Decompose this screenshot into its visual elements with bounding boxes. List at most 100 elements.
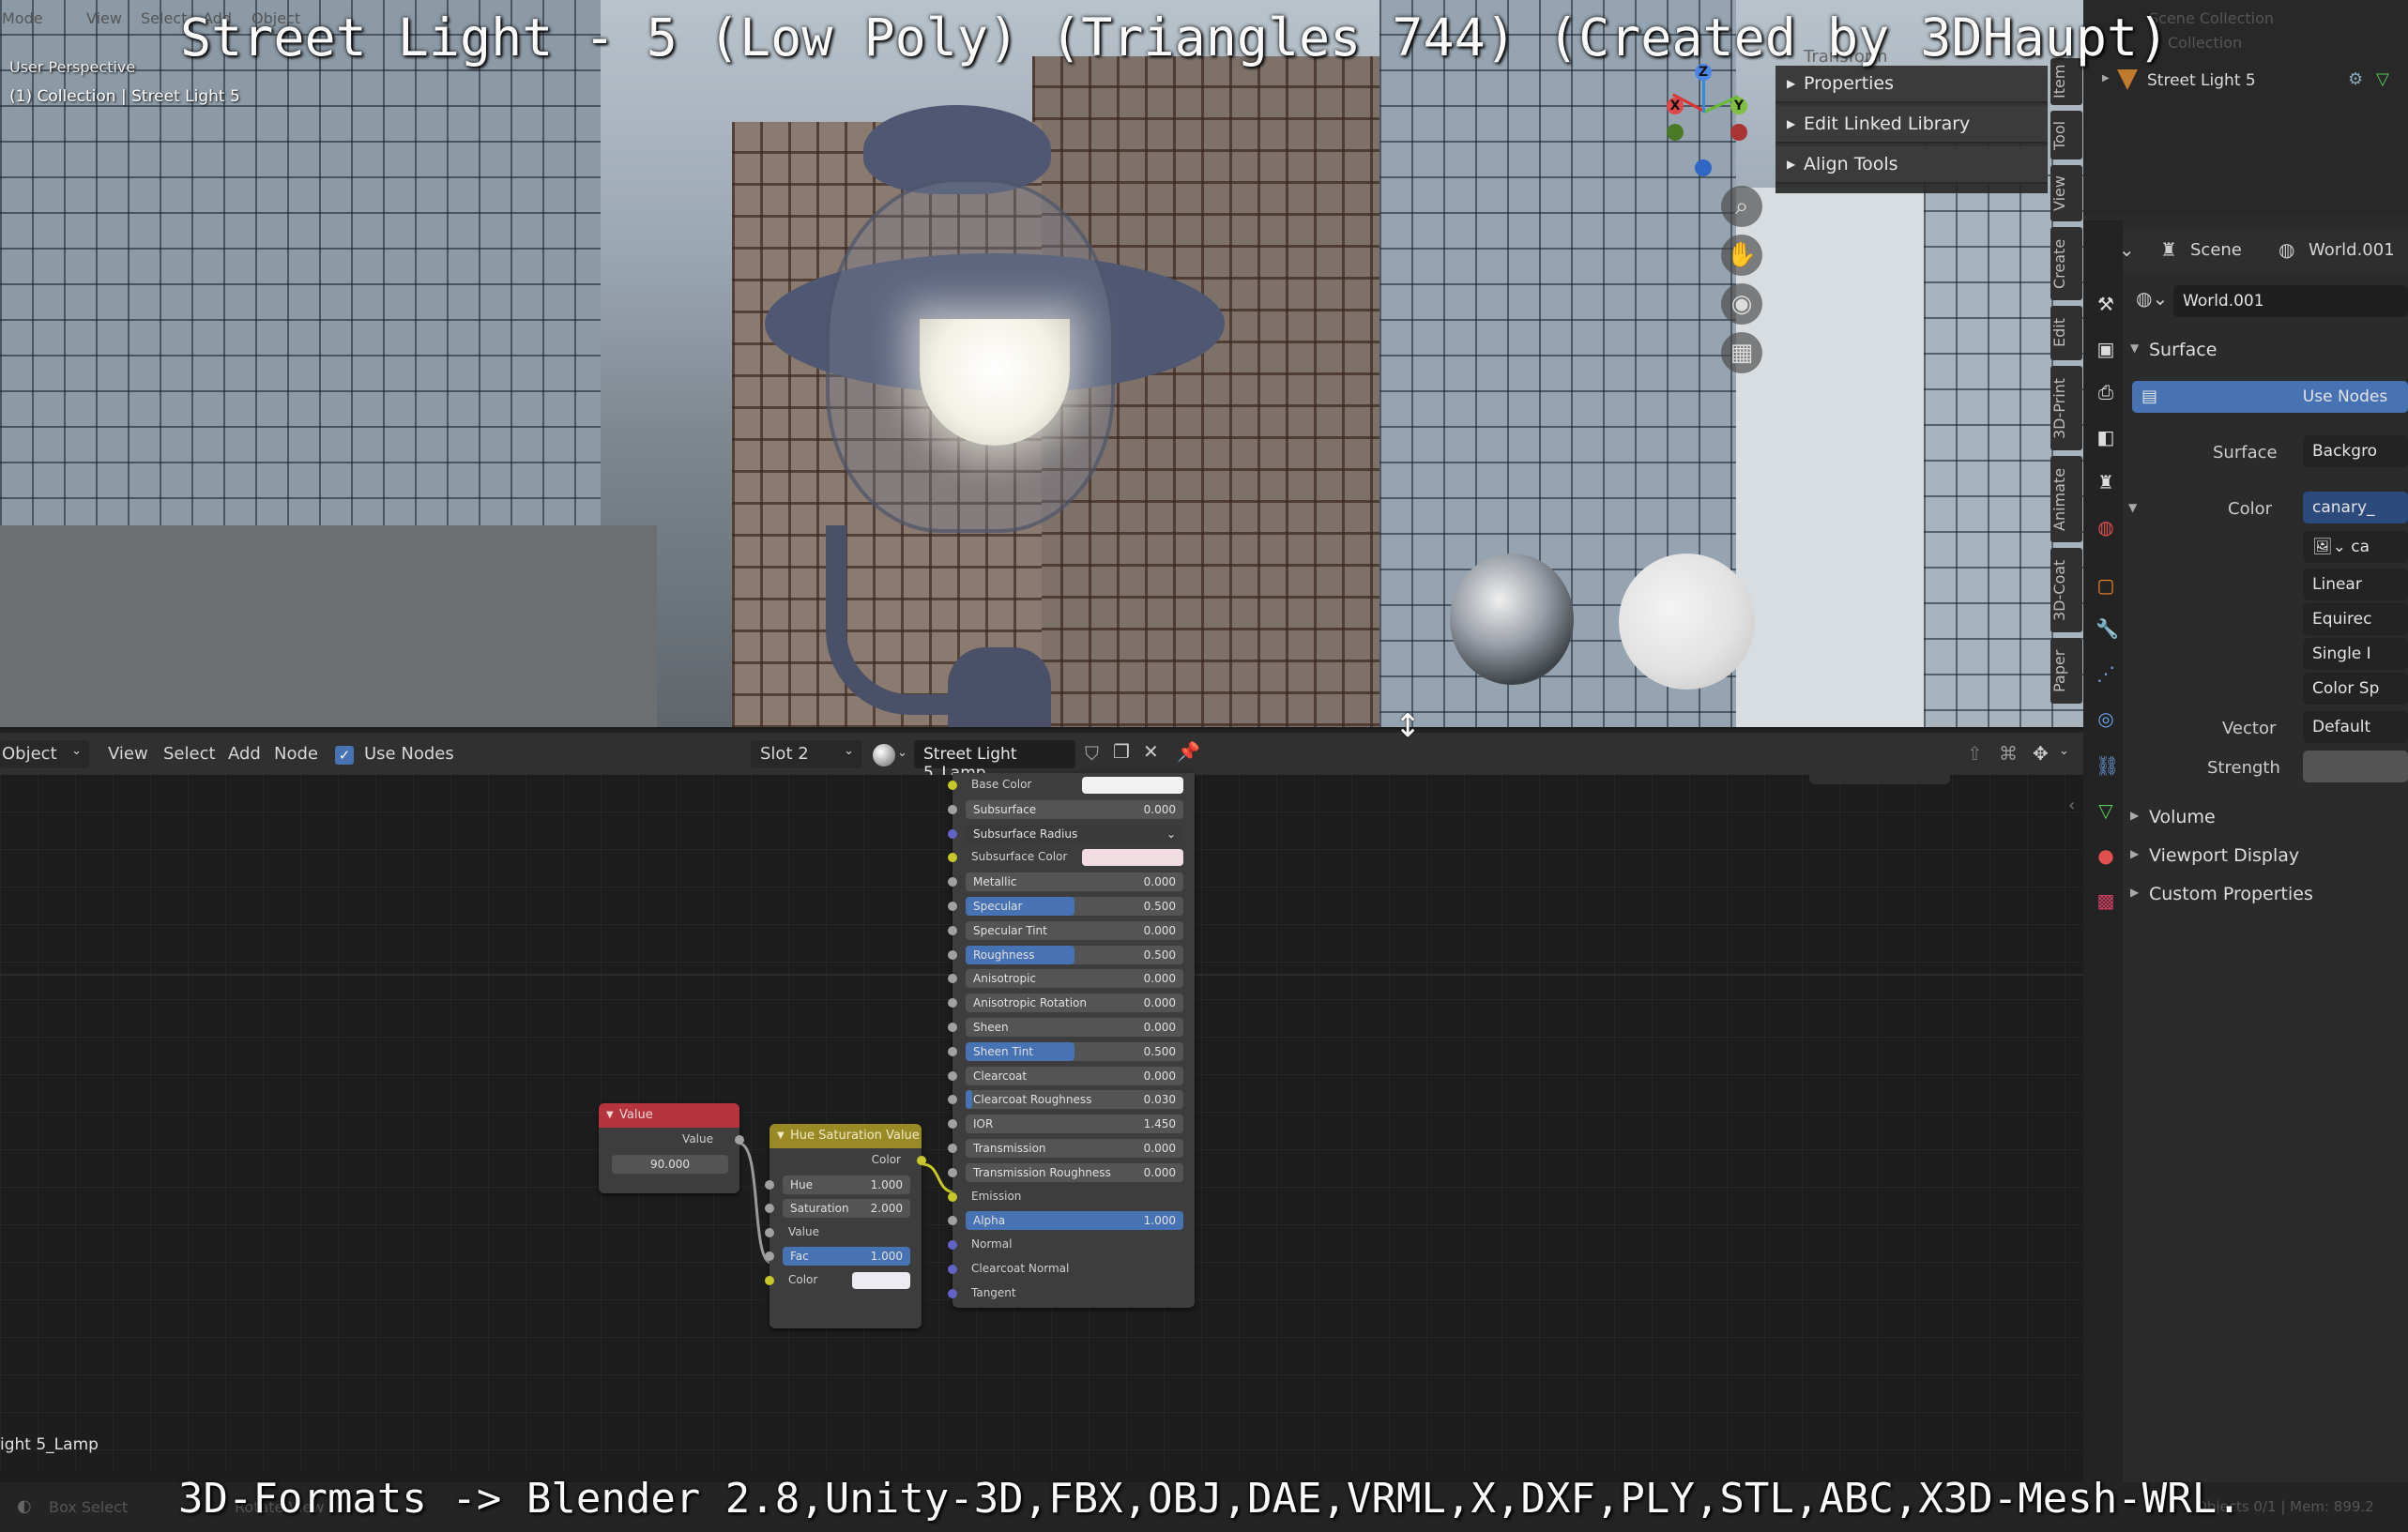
- gizmo-y-icon[interactable]: Y: [1730, 98, 1747, 114]
- surface-panel-header[interactable]: ▼ Surface: [2123, 334, 2408, 368]
- hsv-input-socket[interactable]: [765, 1204, 774, 1214]
- editor-mode-dropdown[interactable]: Object ⌄: [0, 740, 89, 768]
- bsdf-input-socket[interactable]: [948, 781, 957, 790]
- hsv-input-field[interactable]: Fac 1.000: [783, 1247, 910, 1267]
- volume-panel-header[interactable]: ▶ Volume: [2123, 801, 2408, 835]
- hsv-input-socket[interactable]: [765, 1251, 774, 1262]
- value-node-field[interactable]: 90.000: [612, 1154, 728, 1174]
- camera-icon[interactable]: ◉: [1721, 283, 1762, 325]
- value-node-header[interactable]: ▼ Value: [599, 1103, 739, 1128]
- bsdf-input-socket[interactable]: [948, 1022, 957, 1032]
- bsdf-input-field[interactable]: IOR 1.450: [966, 1115, 1183, 1134]
- constraints-tab-icon[interactable]: ⛓: [2096, 755, 2119, 776]
- bsdf-input-field[interactable]: Anisotropic 0.000: [966, 969, 1183, 989]
- tab-paper[interactable]: Paper: [2050, 638, 2082, 704]
- bsdf-input-field[interactable]: Sheen Tint 0.500: [966, 1041, 1183, 1061]
- world-tab-icon[interactable]: ◍: [2096, 517, 2116, 538]
- vector-field[interactable]: Default: [2303, 711, 2408, 743]
- bsdf-input-field[interactable]: Transmission Roughness 0.000: [966, 1162, 1183, 1182]
- tab-edit[interactable]: Edit: [2050, 306, 2082, 360]
- tool-settings-tab-icon[interactable]: ⚒: [2096, 294, 2116, 314]
- gizmo-neg-y-icon[interactable]: [1667, 124, 1684, 141]
- bsdf-input-field[interactable]: Specular Tint 0.000: [966, 920, 1183, 940]
- node-menu-add[interactable]: Add: [228, 744, 261, 764]
- hsv-input-socket[interactable]: [765, 1227, 774, 1237]
- image-datablock-field[interactable]: 🖼⌄ ca: [2303, 531, 2408, 563]
- parent-node-tree-icon[interactable]: ⇧: [1967, 742, 1983, 765]
- bsdf-input-socket[interactable]: [948, 998, 957, 1009]
- gizmo-neg-z-icon[interactable]: [1695, 159, 1712, 176]
- pan-hand-icon[interactable]: ✋: [1721, 235, 1762, 276]
- fake-user-shield-icon[interactable]: ⛉: [1085, 742, 1099, 765]
- use-nodes-button[interactable]: ▤ Use Nodes: [2132, 381, 2408, 413]
- tab-create[interactable]: Create: [2050, 227, 2082, 300]
- expand-triangle-icon[interactable]: ▶: [2102, 73, 2110, 83]
- outliner-item-street-light-5[interactable]: ▶ Street Light 5 ⚙ ▽: [2102, 68, 2402, 96]
- gizmo-neg-x-icon[interactable]: [1730, 124, 1747, 141]
- viewport-menu-view[interactable]: View: [86, 9, 122, 27]
- bsdf-input-socket[interactable]: [948, 877, 957, 887]
- principled-bsdf-node[interactable]: Base Color Subsurface 0.000 Subsurface Radi…: [948, 773, 1195, 1308]
- object-data-tab-icon[interactable]: ▽: [2096, 800, 2116, 821]
- bsdf-input-socket[interactable]: [948, 1119, 957, 1130]
- output-tab-icon[interactable]: ⎙: [2096, 382, 2116, 402]
- material-tab-icon[interactable]: ●: [2096, 845, 2116, 866]
- bsdf-input-socket[interactable]: [948, 1070, 957, 1081]
- navigation-gizmo[interactable]: X Y Z: [1652, 58, 1755, 180]
- interpolation-field[interactable]: Linear: [2303, 569, 2408, 600]
- bsdf-input-field[interactable]: Transmission 0.000: [966, 1138, 1183, 1158]
- bsdf-input-field[interactable]: Sheen 0.000: [966, 1017, 1183, 1037]
- unlink-material-close-icon[interactable]: ✕: [1143, 740, 1159, 763]
- bsdf-color-swatch[interactable]: [1082, 777, 1183, 794]
- properties-scene-label[interactable]: Scene: [2190, 240, 2242, 260]
- tab-animate[interactable]: Animate: [2050, 456, 2082, 542]
- hue-saturation-value-node[interactable]: ▼ Hue Saturation Value Color Hue 1.000 Sat…: [765, 1124, 926, 1328]
- slot-dropdown[interactable]: Slot 2 ⌄: [751, 740, 861, 768]
- viewport-menu-mode[interactable]: Mode: [2, 9, 43, 27]
- node-menu-view[interactable]: View: [108, 744, 148, 764]
- hsv-node-header[interactable]: ▼ Hue Saturation Value: [770, 1124, 922, 1148]
- use-nodes-checkbox[interactable]: ✓: [335, 746, 354, 765]
- hsv-input-socket[interactable]: [765, 1179, 774, 1190]
- node-menu-node[interactable]: Node: [274, 744, 318, 764]
- particles-tab-icon[interactable]: ⋰: [2096, 663, 2116, 684]
- hsv-color-output-socket[interactable]: [917, 1156, 926, 1165]
- bsdf-input-field[interactable]: Clearcoat Roughness 0.030: [966, 1090, 1183, 1110]
- bsdf-input-socket[interactable]: [948, 1216, 957, 1226]
- scene-tab-icon[interactable]: ♜: [2096, 472, 2116, 493]
- npanel-properties[interactable]: ▶ Properties: [1776, 66, 2048, 103]
- bsdf-input-socket[interactable]: [948, 1240, 957, 1251]
- bsdf-input-field[interactable]: Subsurface 0.000: [966, 799, 1183, 819]
- color-texture-field[interactable]: canary_: [2303, 492, 2408, 523]
- modifier-tab-icon[interactable]: 🔧: [2096, 618, 2119, 639]
- node-menu-select[interactable]: Select: [163, 744, 216, 764]
- object-tab-icon[interactable]: ▢: [2096, 575, 2116, 596]
- collapse-triangle-icon[interactable]: ▼: [777, 1124, 785, 1148]
- bsdf-input-socket[interactable]: [948, 853, 957, 863]
- world-name-field[interactable]: World.001: [2173, 285, 2408, 317]
- material-name-field[interactable]: Street Light 5_Lamp: [914, 740, 1075, 782]
- collapse-triangle-icon[interactable]: ▼: [606, 1103, 614, 1128]
- strength-field[interactable]: [2303, 751, 2408, 782]
- bsdf-input-socket[interactable]: [948, 1167, 957, 1177]
- bsdf-input-socket[interactable]: [948, 1095, 957, 1105]
- physics-tab-icon[interactable]: ◎: [2096, 708, 2116, 729]
- bsdf-input-socket[interactable]: [948, 1191, 957, 1202]
- hsv-color-swatch[interactable]: [852, 1271, 910, 1289]
- bsdf-input-socket[interactable]: [948, 1288, 957, 1298]
- bsdf-input-field[interactable]: Clearcoat 0.000: [966, 1066, 1183, 1085]
- bsdf-input-field[interactable]: Specular 0.500: [966, 896, 1183, 916]
- snap-mode-icon[interactable]: ✥: [2033, 742, 2049, 765]
- duplicate-material-icon[interactable]: ❐: [1113, 740, 1130, 763]
- value-output-socket[interactable]: [735, 1135, 744, 1145]
- 3d-viewport[interactable]: Mode View Select Add Object User Perspec…: [0, 0, 2083, 727]
- bsdf-input-field[interactable]: Alpha 1.000: [966, 1211, 1183, 1231]
- bsdf-input-socket[interactable]: [948, 1264, 957, 1274]
- bsdf-input-field[interactable]: Anisotropic Rotation 0.000: [966, 994, 1183, 1013]
- bsdf-input-socket[interactable]: [948, 949, 957, 960]
- bsdf-color-swatch[interactable]: [1082, 849, 1183, 867]
- world-browse-icon[interactable]: ◍⌄: [2136, 287, 2168, 310]
- gizmo-x-icon[interactable]: X: [1667, 98, 1684, 114]
- bsdf-input-socket[interactable]: [948, 1046, 957, 1056]
- snapping-icon[interactable]: ⌘: [1999, 742, 2018, 765]
